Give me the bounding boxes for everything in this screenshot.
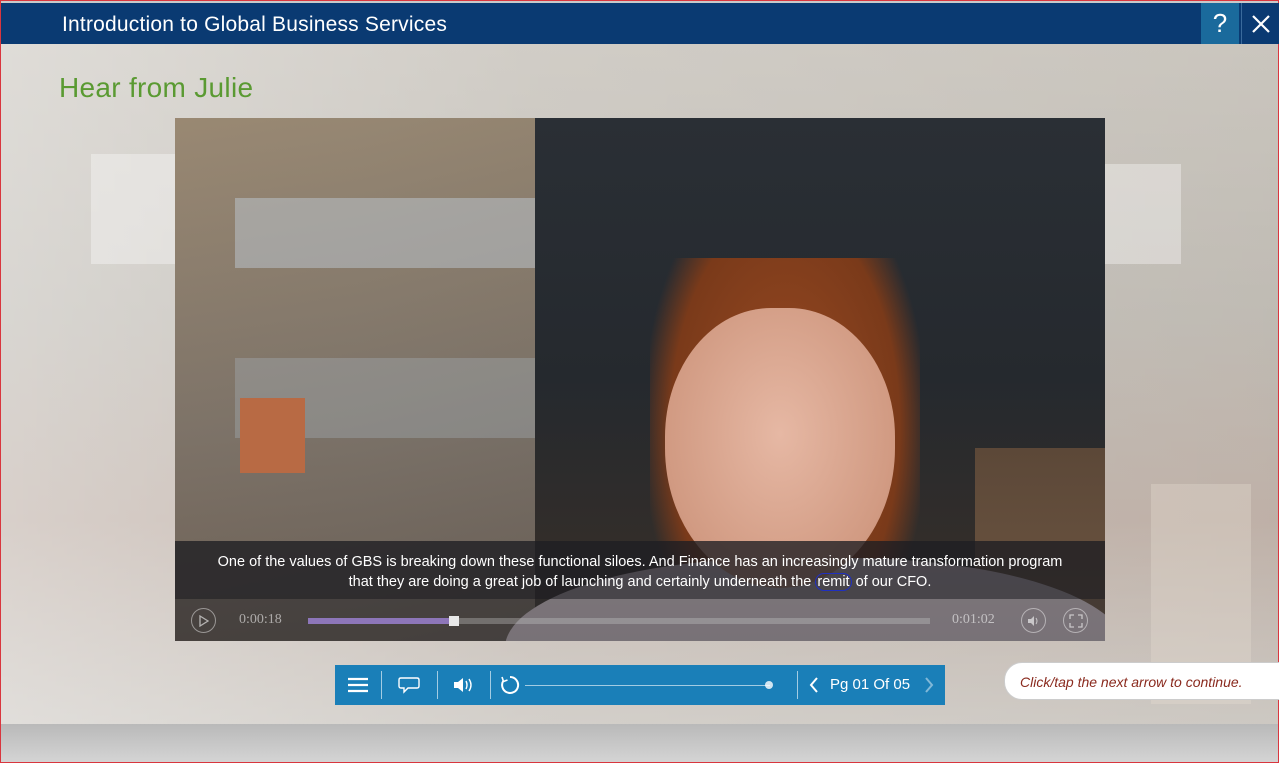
fullscreen-icon — [1068, 613, 1083, 628]
toolbar-divider — [797, 671, 798, 699]
video-window — [235, 198, 535, 268]
volume-icon — [454, 678, 472, 692]
video-player[interactable]: One of the values of GBS is breaking dow… — [175, 118, 1105, 641]
title-bar: Introduction to Global Business Services… — [1, 3, 1279, 44]
subtitle-highlighted-word: remit — [815, 573, 852, 591]
chevron-left-icon — [809, 677, 818, 693]
toolbar-divider — [437, 671, 438, 699]
menu-button[interactable] — [341, 665, 375, 705]
close-button[interactable] — [1241, 3, 1279, 44]
replay-button[interactable] — [497, 665, 523, 705]
video-fullscreen-button[interactable] — [1063, 608, 1088, 633]
next-page-button[interactable] — [919, 665, 939, 705]
speech-bubble-icon — [398, 677, 420, 694]
replay-icon — [501, 675, 520, 694]
video-seek-handle[interactable] — [449, 616, 460, 626]
video-play-button[interactable] — [191, 608, 216, 633]
video-subtitle: One of the values of GBS is breaking dow… — [175, 541, 1105, 599]
subtitle-line-2-start: that they are doing a great job of launc… — [348, 574, 816, 590]
slide-progress-handle[interactable] — [765, 681, 773, 689]
toolbar-divider — [490, 671, 491, 699]
play-icon — [198, 614, 209, 627]
help-button[interactable]: ? — [1201, 3, 1239, 44]
transcript-button[interactable] — [392, 665, 426, 705]
bottom-strip — [1, 724, 1278, 762]
continue-hint: Click/tap the next arrow to continue. — [1004, 662, 1279, 700]
subtitle-line-1: One of the values of GBS is breaking dow… — [217, 554, 1063, 570]
video-controls: 0:00:18 0:01:02 — [175, 599, 1105, 641]
slide-title: Hear from Julie — [59, 72, 254, 103]
video-orange-chair — [240, 398, 305, 473]
course-title: Introduction to Global Business Services — [62, 13, 448, 36]
video-current-time: 0:00:18 — [239, 612, 282, 627]
page-indicator: Pg 01 Of 05 — [830, 676, 911, 693]
video-volume-button[interactable] — [1021, 608, 1046, 633]
help-icon: ? — [1212, 8, 1228, 38]
background-window — [1101, 164, 1181, 264]
video-progress-fill — [308, 618, 455, 624]
slide-progress-track[interactable] — [525, 685, 770, 686]
background-window — [91, 154, 181, 264]
close-icon — [1251, 14, 1270, 33]
video-seek-bar[interactable] — [308, 616, 930, 626]
player-toolbar: Pg 01 Of 05 — [335, 665, 945, 705]
audio-button[interactable] — [447, 665, 481, 705]
subtitle-line-2-end: of our CFO. — [851, 574, 932, 590]
volume-icon — [1027, 615, 1037, 626]
subtitle-line-2: that they are doing a great job of launc… — [175, 572, 1105, 592]
toolbar-divider — [381, 671, 382, 699]
video-duration: 0:01:02 — [952, 612, 995, 627]
menu-icon — [348, 677, 368, 693]
previous-page-button[interactable] — [803, 665, 825, 705]
chevron-right-icon — [925, 677, 934, 693]
